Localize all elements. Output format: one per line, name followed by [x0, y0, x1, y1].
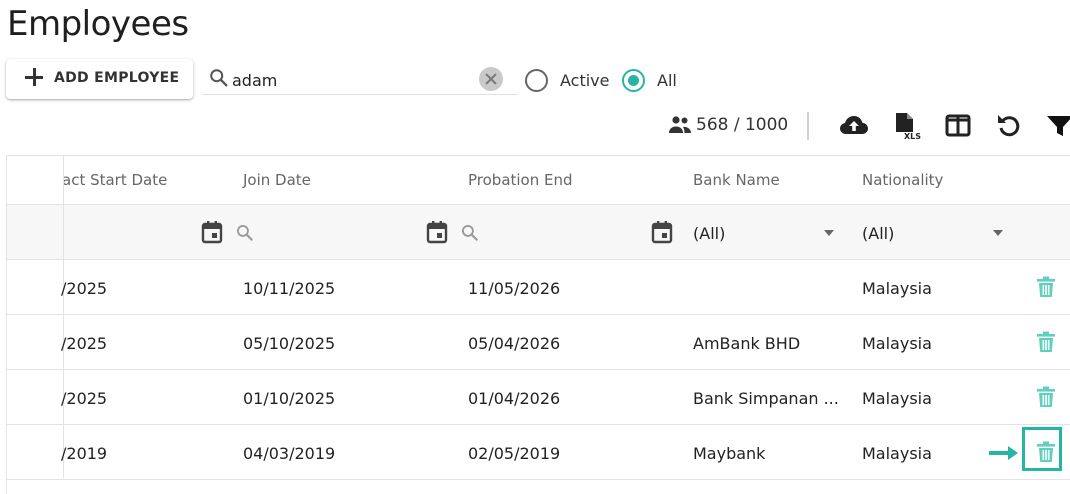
search-icon[interactable] [235, 223, 255, 243]
people-icon [669, 116, 691, 133]
clear-search-icon[interactable] [479, 67, 503, 91]
col-nationality[interactable]: Nationality [862, 171, 943, 189]
employee-count-value: 568 / 1000 [696, 115, 789, 135]
calendar-icon[interactable] [201, 220, 223, 244]
radio-active-label: Active [560, 70, 610, 90]
cell-join-date: 04/03/2019 [243, 444, 336, 463]
cell-probation-end: 01/04/2026 [468, 389, 561, 408]
cell-contract-start: /2019 [61, 444, 108, 463]
nationality-filter-select[interactable]: (All) [862, 224, 894, 243]
cell-bank-name: Bank Simpanan ... [693, 389, 839, 408]
table-row[interactable]: /2025 05/10/2025 05/04/2026 AmBank BHD M… [7, 315, 1070, 370]
radio-all[interactable]: All [622, 67, 677, 93]
search-icon [210, 69, 228, 87]
cell-contract-start: /2025 [61, 389, 108, 408]
arrow-right-icon [989, 446, 1018, 460]
filter-icon[interactable] [1046, 112, 1070, 140]
cell-probation-end: 11/05/2026 [468, 279, 561, 298]
table-row[interactable]: /2025 10/11/2025 11/05/2026 Malaysia [7, 260, 1070, 315]
columns-icon[interactable] [944, 112, 974, 140]
toolbar-divider [807, 112, 809, 140]
cell-probation-end: 02/05/2019 [468, 444, 561, 463]
cell-nationality: Malaysia [862, 334, 932, 353]
table-row[interactable]: /2019 04/03/2019 02/05/2019 Maybank Mala… [7, 425, 1070, 480]
cell-bank-name: Maybank [693, 444, 766, 463]
cell-bank-name: AmBank BHD [693, 334, 801, 353]
page-title: Employees [7, 4, 189, 44]
chevron-down-icon[interactable] [824, 230, 834, 236]
cell-join-date: 05/10/2025 [243, 334, 336, 353]
delete-highlight-box [1022, 427, 1062, 471]
cell-join-date: 01/10/2025 [243, 389, 336, 408]
search-input[interactable] [232, 69, 472, 91]
cell-nationality: Malaysia [862, 279, 932, 298]
radio-all-circle[interactable] [622, 68, 645, 92]
search-icon[interactable] [460, 223, 480, 243]
add-employee-button[interactable]: ADD EMPLOYEE [6, 59, 193, 99]
trash-icon[interactable] [1036, 331, 1056, 353]
radio-active-circle[interactable] [525, 68, 548, 92]
cell-contract-start: /2025 [61, 334, 108, 353]
export-xls-icon[interactable]: XLS [892, 112, 922, 140]
trash-icon[interactable] [1036, 276, 1056, 298]
trash-icon[interactable] [1036, 386, 1056, 408]
cell-nationality: Malaysia [862, 389, 932, 408]
col-bank-name[interactable]: Bank Name [693, 171, 780, 189]
radio-active[interactable]: Active [525, 67, 610, 93]
cell-contract-start: /2025 [61, 279, 108, 298]
add-employee-label: ADD EMPLOYEE [54, 70, 180, 86]
calendar-icon[interactable] [651, 220, 673, 244]
employee-count: 568 / 1000 [668, 115, 788, 135]
bank-filter-select[interactable]: (All) [693, 224, 725, 243]
col-join-date[interactable]: Join Date [243, 171, 311, 189]
grid-filter-row: (All) (All) [7, 205, 1070, 260]
calendar-icon[interactable] [426, 220, 448, 244]
radio-all-label: All [657, 70, 677, 90]
cell-join-date: 10/11/2025 [243, 279, 336, 298]
table-row[interactable]: /2025 01/10/2025 01/04/2026 Bank Simpana… [7, 370, 1070, 425]
search-box [202, 63, 518, 95]
cell-probation-end: 05/04/2026 [468, 334, 561, 353]
upload-cloud-icon[interactable] [839, 112, 869, 140]
col-probation-end[interactable]: Probation End [468, 171, 573, 189]
svg-text:XLS: XLS [904, 132, 921, 140]
grid-header-row: act Start Date Join Date Probation End B… [7, 156, 1070, 205]
refresh-icon[interactable] [995, 112, 1025, 140]
plus-icon [25, 68, 44, 87]
chevron-down-icon[interactable] [993, 230, 1003, 236]
col-contract-start-date[interactable]: act Start Date [62, 171, 167, 189]
cell-nationality: Malaysia [862, 444, 932, 463]
